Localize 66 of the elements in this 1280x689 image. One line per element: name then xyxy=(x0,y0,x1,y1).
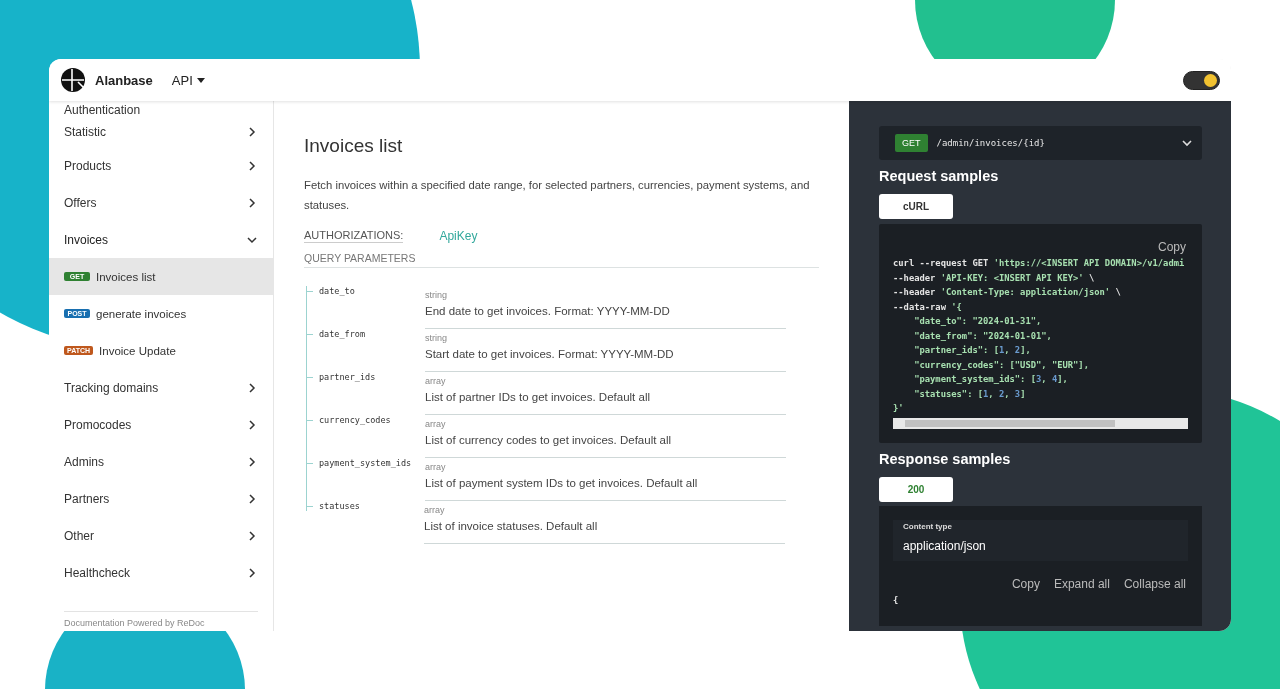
section-label: QUERY PARAMETERS xyxy=(304,252,819,268)
parameter-name: payment_system_ids xyxy=(319,458,412,468)
parameter-type: array xyxy=(425,462,447,472)
endpoint-path: /admin/invoices/{id} xyxy=(936,138,1045,148)
code-line: --header 'Content-Type: application/json' \ xyxy=(893,286,1122,299)
parameter-name: statuses xyxy=(319,501,360,511)
parameter-type: array xyxy=(425,376,447,386)
parameter-description: List of invoice statuses. Default all xyxy=(424,520,599,532)
sidebar-item[interactable]: Tracking domains xyxy=(49,369,273,406)
theme-toggle[interactable] xyxy=(1183,70,1220,90)
parameter-description: List of partner IDs to get invoices. Default all xyxy=(425,391,651,403)
sidebar-item[interactable]: Products xyxy=(49,147,273,184)
endpoint-bar[interactable]: GET /admin/invoices/{id} xyxy=(879,126,1202,160)
section-title: Request samples xyxy=(879,168,1000,184)
code-line: { xyxy=(893,593,900,607)
parameter-description: List of currency codes to get invoices. Default all xyxy=(425,434,673,446)
copy-button[interactable]: Copy xyxy=(1156,240,1188,254)
code-line: "statuses": [1, 2, 3] xyxy=(913,387,1027,401)
field-value: application/json xyxy=(903,538,987,553)
description-text: Fetch invoices within a specified date range, for selected partners, currencies, payment systems, and statuses. xyxy=(304,178,811,213)
parameter-name: date_to xyxy=(319,286,355,296)
code-line: "payment_system_ids": [3, 4], xyxy=(913,373,1069,386)
section-title: Response samples xyxy=(879,450,1012,467)
sidebar-item[interactable]: Admins xyxy=(49,443,273,480)
tab[interactable]: cURL xyxy=(879,194,953,219)
sidebar-item[interactable]: Promocodes xyxy=(49,406,273,443)
brand-name: Alanbase xyxy=(95,72,153,88)
parameter-type: array xyxy=(424,505,446,515)
chevron-down-icon xyxy=(1182,138,1192,148)
sidebar-item[interactable]: Invoices xyxy=(49,221,273,258)
field-label: Content type xyxy=(903,521,953,531)
parameter-name: date_from xyxy=(319,329,366,339)
code-line: }' xyxy=(893,402,905,415)
parameter-description: Start date to get invoices. Format: YYYY-MM-DD xyxy=(425,348,675,360)
footer-text: Documentation Powered by ReDoc xyxy=(64,611,258,631)
action-button[interactable]: Copy xyxy=(1009,576,1042,591)
api-dropdown[interactable]: API xyxy=(169,70,207,90)
parameter-description: End date to get invoices. Format: YYYY-MM-DD xyxy=(425,305,671,317)
parameter-name: partner_ids xyxy=(319,372,376,382)
caret-icon xyxy=(196,77,205,83)
code-line: "currency_codes": ["USD", "EUR"], xyxy=(913,358,1090,372)
method-badge: GET xyxy=(895,134,928,152)
code-line: curl --request GET 'https://<INSERT API DOMAIN>/v1/admi xyxy=(893,257,1186,270)
tab[interactable]: 200 xyxy=(879,476,953,502)
parameter-name: currency_codes xyxy=(319,415,391,425)
action-button[interactable]: Expand all xyxy=(1051,576,1112,591)
sidebar-item[interactable]: Authentication xyxy=(49,101,273,117)
sidebar-item[interactable]: Partners xyxy=(49,480,273,517)
scrollbar[interactable] xyxy=(893,417,1188,429)
sidebar-item[interactable]: Statistic xyxy=(49,117,273,147)
parameter-description: List of payment system IDs to get invoices. Default all xyxy=(425,477,699,489)
parameter-type: string xyxy=(425,290,448,300)
code-line: "date_from": "2024-01-01", xyxy=(913,329,1053,343)
code-line: "partner_ids": [1, 2], xyxy=(913,344,1032,357)
code-line: --header 'API-KEY: <INSERT API KEY>' \ xyxy=(893,271,1096,285)
code-line: --data-raw '{ xyxy=(893,300,963,314)
code-line: "date_to": "2024-01-31", xyxy=(913,315,1043,328)
page-title: Invoices list xyxy=(304,135,404,157)
action-button[interactable]: Collapse all xyxy=(1121,576,1188,591)
sidebar-item[interactable]: Other xyxy=(49,517,273,554)
sidebar-item[interactable]: Healthcheck xyxy=(49,554,273,591)
parameter-type: string xyxy=(425,333,448,343)
sidebar-item[interactable]: Offers xyxy=(49,184,273,221)
logo-icon xyxy=(61,68,85,92)
parameter-type: array xyxy=(425,419,447,429)
section-label: AUTHORIZATIONS: xyxy=(304,229,404,243)
